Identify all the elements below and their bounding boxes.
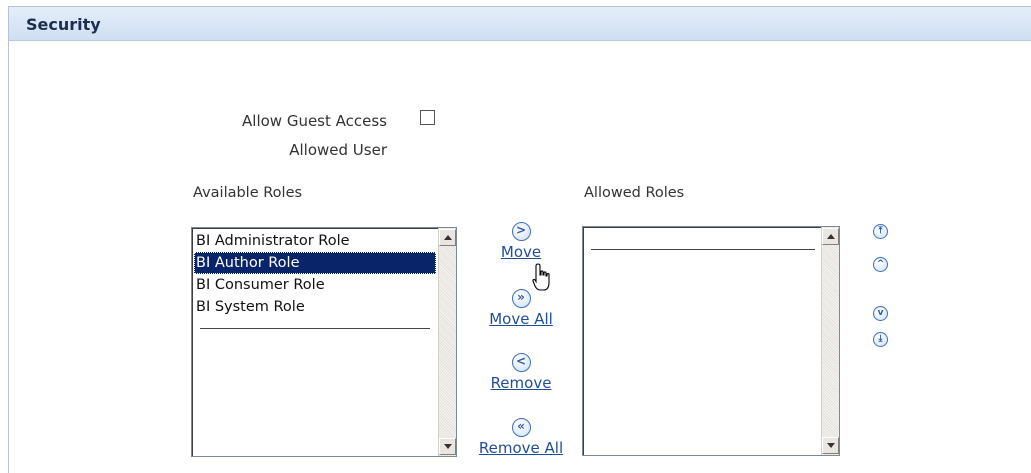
triangle-down-icon — [443, 444, 452, 449]
remove-left-icon[interactable]: < — [511, 353, 531, 372]
move-button[interactable]: > Move — [471, 222, 571, 261]
move-up-icon[interactable]: ^ — [873, 257, 888, 272]
remove-link[interactable]: Remove — [491, 374, 552, 392]
available-roles-scrollbar[interactable] — [438, 228, 456, 456]
available-roles-label: Available Roles — [193, 185, 303, 201]
allow-guest-access-label: Allow Guest Access — [242, 112, 387, 130]
scroll-up-button[interactable] — [439, 229, 456, 246]
remove-all-left-icon[interactable]: « — [511, 418, 531, 437]
allowed-roles-listbox[interactable] — [582, 226, 840, 456]
remove-button[interactable]: < Remove — [471, 353, 571, 392]
available-roles-listbox[interactable]: BI Administrator Role BI Author Role BI … — [191, 227, 457, 457]
move-to-bottom-icon[interactable]: ⤓ — [873, 332, 888, 347]
list-separator — [591, 249, 815, 250]
hand-pointer-cursor-icon — [532, 263, 550, 291]
move-all-button[interactable]: » Move All — [471, 289, 571, 328]
available-roles-list: BI Administrator Role BI Author Role BI … — [194, 230, 436, 329]
scroll-down-button[interactable] — [822, 437, 839, 454]
allowed-roles-label: Allowed Roles — [584, 185, 685, 201]
list-item[interactable]: BI Consumer Role — [194, 274, 436, 296]
scroll-up-button[interactable] — [822, 228, 839, 245]
scroll-down-button[interactable] — [439, 438, 456, 455]
move-right-icon[interactable]: > — [511, 222, 531, 241]
move-to-top-icon[interactable]: ⤒ — [873, 224, 888, 239]
list-item[interactable]: BI Author Role — [194, 252, 436, 274]
allowed-roles-list — [585, 229, 819, 250]
move-link[interactable]: Move — [501, 243, 541, 261]
list-item[interactable]: BI System Role — [194, 296, 436, 318]
section-title: Security — [26, 15, 101, 34]
list-item[interactable]: BI Administrator Role — [194, 230, 436, 252]
list-separator — [200, 328, 430, 329]
allowed-roles-scrollbar[interactable] — [821, 227, 839, 455]
section-header: Security — [9, 7, 1031, 41]
move-all-link[interactable]: Move All — [489, 310, 553, 328]
allowed-user-label: Allowed User — [289, 141, 387, 159]
triangle-up-icon — [826, 234, 835, 239]
triangle-up-icon — [443, 235, 452, 240]
move-all-right-icon[interactable]: » — [511, 289, 531, 308]
allow-guest-access-checkbox[interactable] — [420, 110, 435, 125]
remove-all-link[interactable]: Remove All — [479, 439, 563, 457]
move-down-icon[interactable]: v — [873, 306, 888, 321]
remove-all-button[interactable]: « Remove All — [471, 418, 571, 457]
triangle-down-icon — [826, 443, 835, 448]
